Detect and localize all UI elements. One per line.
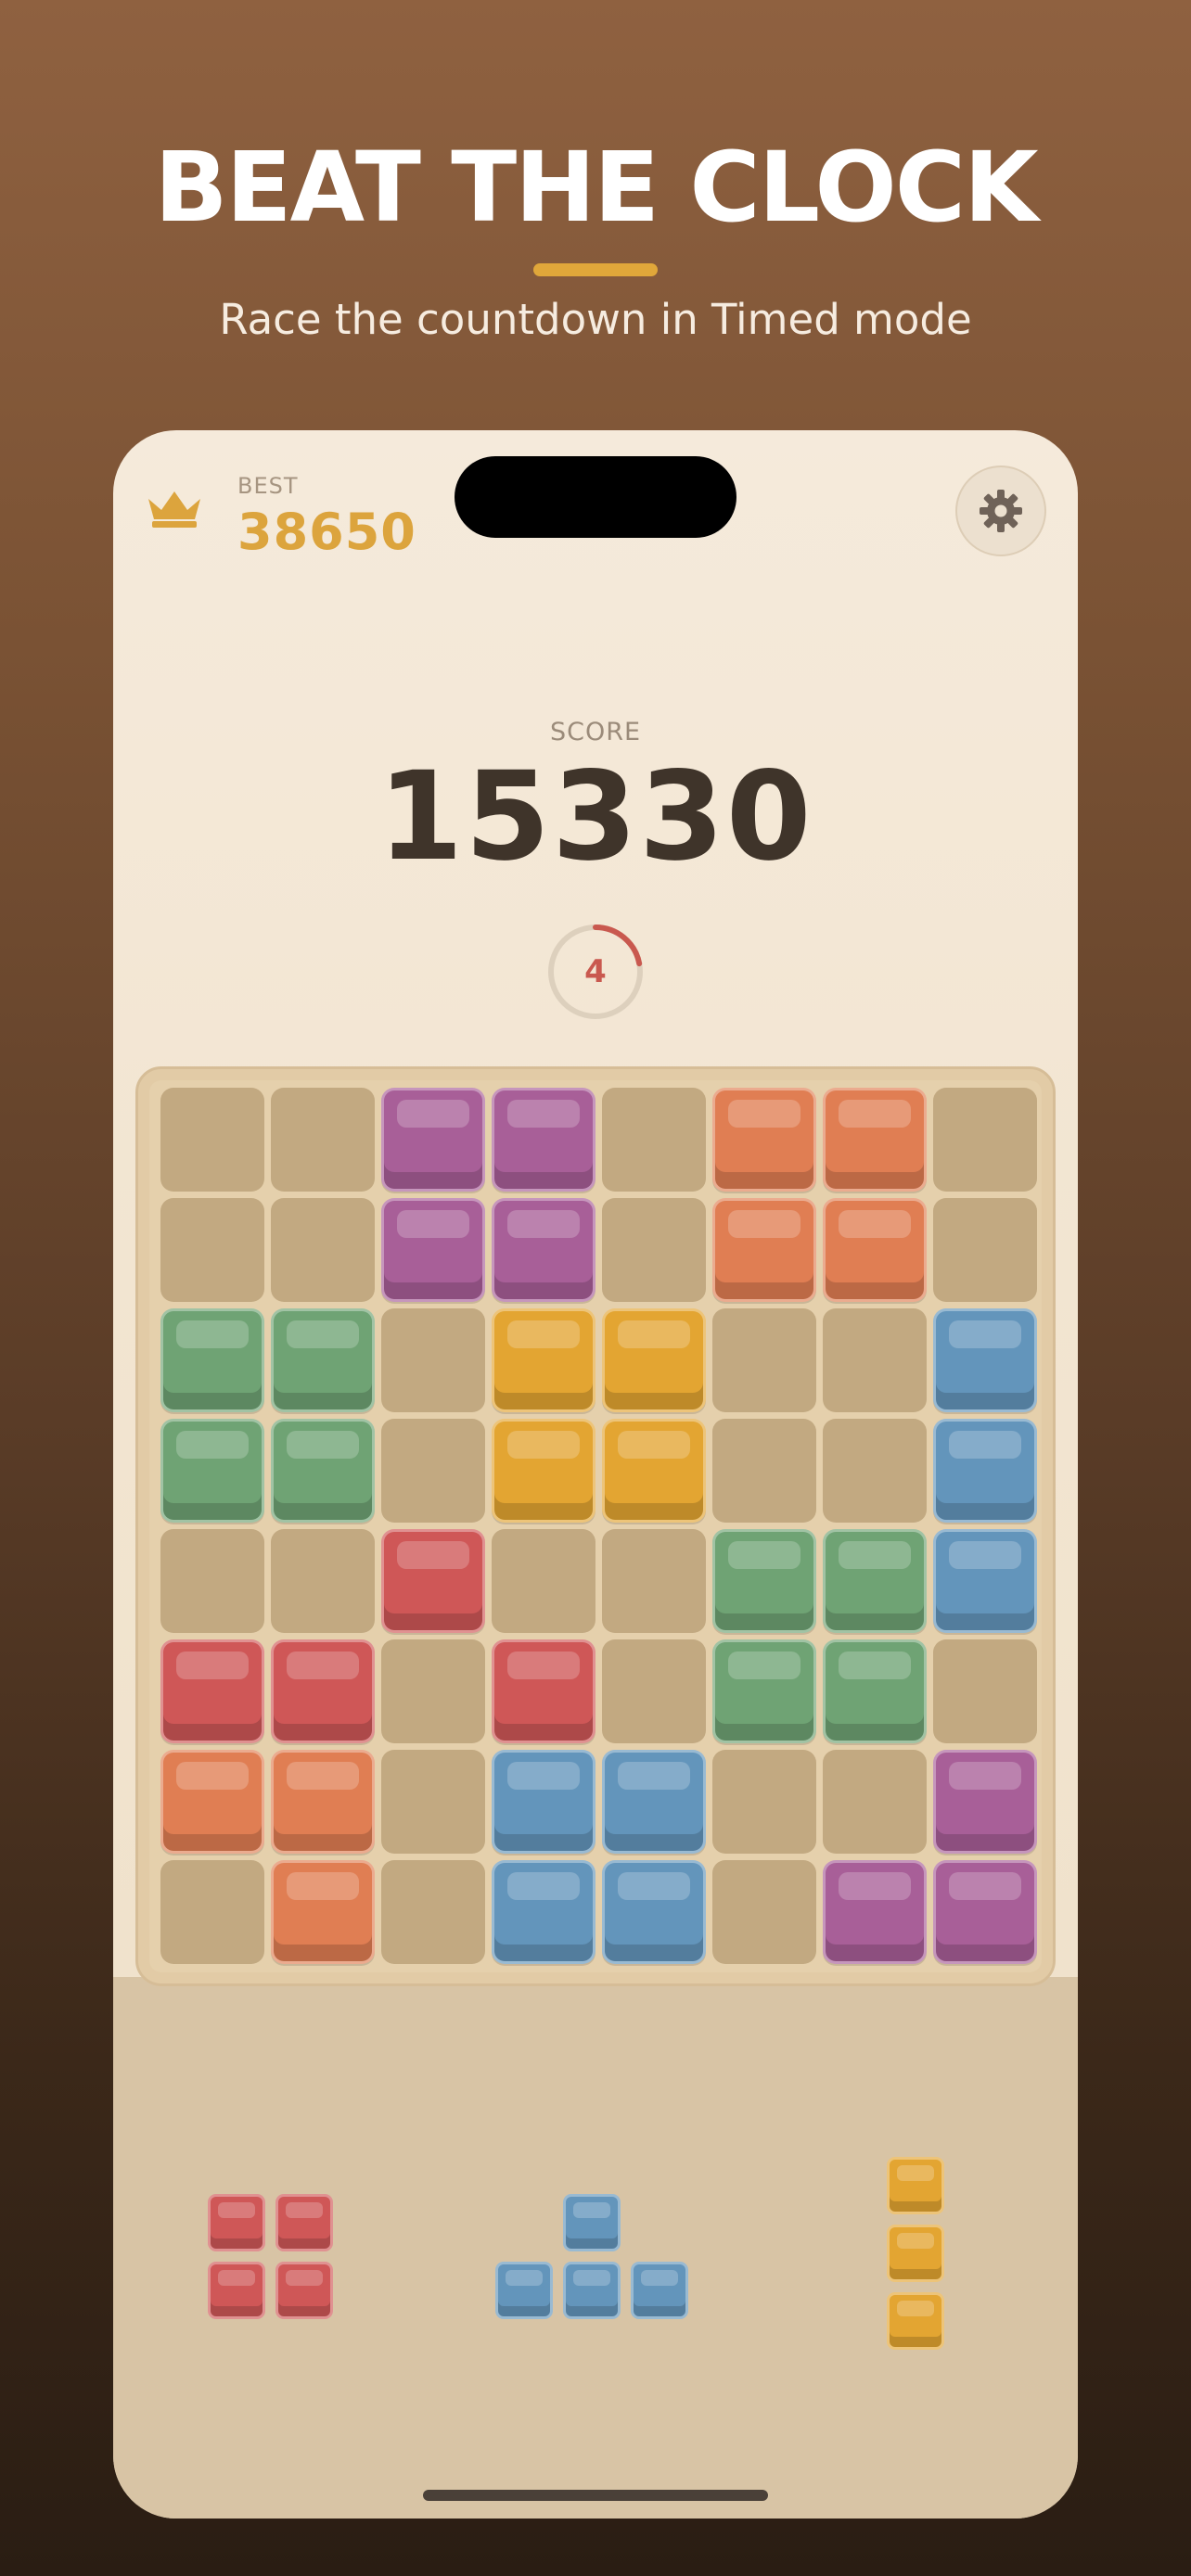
- red-block[interactable]: [271, 1639, 375, 1743]
- home-indicator[interactable]: [423, 2490, 768, 2501]
- board-grid: [160, 1088, 1040, 1969]
- empty-cell[interactable]: [823, 1308, 927, 1412]
- empty-cell[interactable]: [160, 1198, 264, 1302]
- piece-tray: [113, 1977, 1078, 2519]
- orange-block[interactable]: [823, 1088, 927, 1192]
- empty-cell[interactable]: [712, 1308, 816, 1412]
- orange-block[interactable]: [271, 1750, 375, 1854]
- red-block[interactable]: [492, 1639, 596, 1743]
- empty-cell[interactable]: [712, 1750, 816, 1854]
- blue-piece-cell: [563, 2194, 621, 2251]
- empty-cell[interactable]: [602, 1529, 706, 1633]
- current-score: 15330: [378, 746, 813, 888]
- red-piece-cell: [275, 2194, 333, 2251]
- game-board[interactable]: [135, 1066, 1056, 1986]
- empty-cell[interactable]: [381, 1639, 485, 1743]
- empty-cell[interactable]: [160, 1088, 264, 1192]
- green-block[interactable]: [712, 1529, 816, 1633]
- yellow-piece-cell: [887, 2292, 944, 2350]
- yellow-piece-cell: [887, 2225, 944, 2282]
- empty-cell[interactable]: [602, 1198, 706, 1302]
- empty-cell[interactable]: [381, 1860, 485, 1964]
- red-piece-cell: [208, 2262, 265, 2319]
- empty-cell[interactable]: [933, 1198, 1037, 1302]
- promo-subheadline: Race the countdown in Timed mode: [219, 295, 972, 344]
- empty-cell[interactable]: [602, 1088, 706, 1192]
- empty-cell[interactable]: [933, 1088, 1037, 1192]
- dynamic-island: [455, 456, 736, 538]
- purple-block[interactable]: [933, 1860, 1037, 1964]
- green-block[interactable]: [712, 1639, 816, 1743]
- yellow-block[interactable]: [492, 1419, 596, 1523]
- purple-block[interactable]: [492, 1088, 596, 1192]
- purple-block[interactable]: [381, 1198, 485, 1302]
- empty-cell[interactable]: [271, 1198, 375, 1302]
- empty-cell[interactable]: [271, 1529, 375, 1633]
- blue-block[interactable]: [933, 1419, 1037, 1523]
- empty-cell[interactable]: [823, 1419, 927, 1523]
- green-block[interactable]: [160, 1419, 264, 1523]
- yellow-block[interactable]: [602, 1308, 706, 1412]
- blue-block[interactable]: [602, 1750, 706, 1854]
- crown-icon: [148, 491, 200, 528]
- blue-piece-cell: [563, 2262, 621, 2319]
- purple-block[interactable]: [933, 1750, 1037, 1854]
- empty-cell[interactable]: [492, 1529, 596, 1633]
- empty-cell[interactable]: [712, 1419, 816, 1523]
- red-block[interactable]: [160, 1639, 264, 1743]
- empty-cell[interactable]: [602, 1639, 706, 1743]
- blue-piece-cell: [631, 2262, 688, 2319]
- yellow-block[interactable]: [602, 1419, 706, 1523]
- orange-block[interactable]: [271, 1860, 375, 1964]
- empty-cell[interactable]: [381, 1308, 485, 1412]
- red-piece-cell: [208, 2194, 265, 2251]
- red-block[interactable]: [381, 1529, 485, 1633]
- purple-block[interactable]: [381, 1088, 485, 1192]
- empty-cell[interactable]: [823, 1750, 927, 1854]
- blue-block[interactable]: [602, 1860, 706, 1964]
- green-block[interactable]: [823, 1529, 927, 1633]
- score-label: SCORE: [549, 718, 642, 746]
- purple-block[interactable]: [492, 1198, 596, 1302]
- best-label: BEST: [237, 473, 299, 499]
- blue-block[interactable]: [933, 1529, 1037, 1633]
- green-block[interactable]: [823, 1639, 927, 1743]
- headline-divider: [533, 263, 658, 276]
- empty-cell[interactable]: [160, 1860, 264, 1964]
- gear-icon: [980, 490, 1022, 532]
- blue-piece-cell: [495, 2262, 553, 2319]
- empty-cell[interactable]: [381, 1419, 485, 1523]
- empty-cell[interactable]: [160, 1529, 264, 1633]
- orange-block[interactable]: [712, 1198, 816, 1302]
- yellow-piece-cell: [887, 2157, 944, 2214]
- orange-block[interactable]: [823, 1198, 927, 1302]
- empty-cell[interactable]: [271, 1088, 375, 1192]
- green-block[interactable]: [160, 1308, 264, 1412]
- empty-cell[interactable]: [381, 1750, 485, 1854]
- blue-block[interactable]: [492, 1750, 596, 1854]
- green-block[interactable]: [271, 1308, 375, 1412]
- blue-block[interactable]: [933, 1308, 1037, 1412]
- empty-cell[interactable]: [933, 1639, 1037, 1743]
- orange-block[interactable]: [712, 1088, 816, 1192]
- purple-block[interactable]: [823, 1860, 927, 1964]
- blue-block[interactable]: [492, 1860, 596, 1964]
- yellow-block[interactable]: [492, 1308, 596, 1412]
- green-block[interactable]: [271, 1419, 375, 1523]
- promo-headline: BEAT THE CLOCK: [154, 131, 1038, 244]
- orange-block[interactable]: [160, 1750, 264, 1854]
- empty-cell[interactable]: [712, 1860, 816, 1964]
- settings-button[interactable]: [955, 465, 1046, 556]
- red-piece-cell: [275, 2262, 333, 2319]
- countdown-seconds: 4: [584, 953, 607, 990]
- phone-screen: BEST 38650 SCORE 15330 4: [113, 430, 1078, 2519]
- best-score: 38650: [237, 503, 416, 561]
